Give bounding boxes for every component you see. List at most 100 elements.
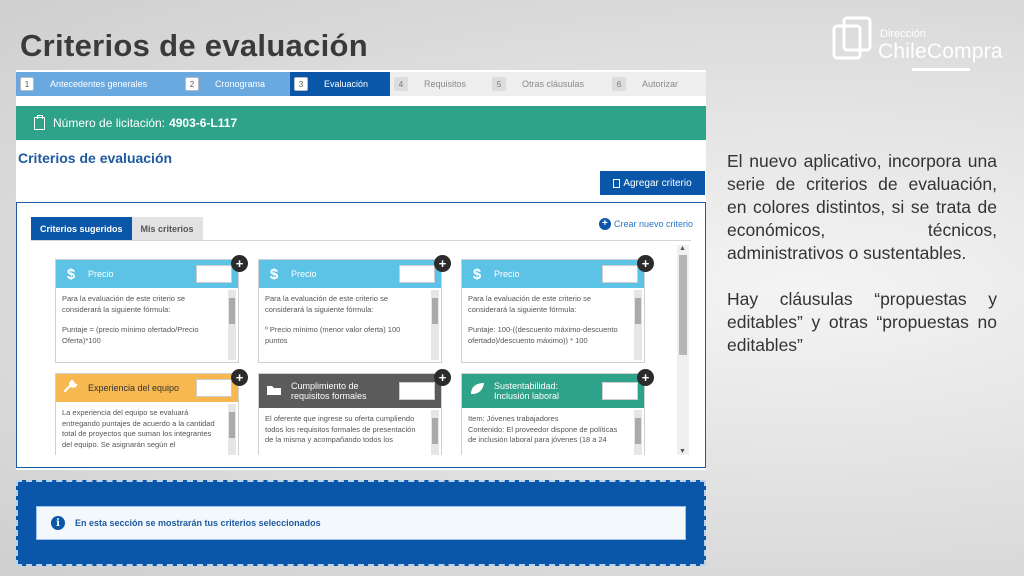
licitacion-label: Número de licitación: (53, 116, 166, 130)
card-spacer (62, 315, 220, 325)
card-header: Experiencia del equipo (56, 374, 238, 402)
step-number: 6 (612, 77, 626, 91)
step-requisitos[interactable]: 4 Requisitos (390, 72, 488, 96)
create-criterio-link[interactable]: + Crear nuevo criterio (598, 218, 693, 230)
slide-body: El nuevo aplicativo, incorpora una serie… (727, 150, 997, 380)
section-title: Criterios de evaluación (18, 150, 173, 166)
tab-criterios-sugeridos[interactable]: Criterios sugeridos (31, 217, 132, 241)
add-card-button[interactable]: + (637, 369, 654, 386)
tab-mis-criterios[interactable]: Mis criterios (131, 217, 203, 241)
app-screenshot: 1 Antecedentes generales 2 Cronograma 3 … (16, 70, 706, 470)
scroll-down-icon[interactable]: ▼ (679, 448, 686, 455)
card-line: º Precio mínimo (menor valor oferta) 100… (265, 325, 401, 345)
step-evaluacion[interactable]: 3 Evaluación (290, 72, 390, 96)
card-line: Puntaje: 100-((descuento máximo-descuent… (468, 325, 618, 345)
card-line: Puntaje = (precio mínimo ofertado/Precio… (62, 325, 199, 345)
logo-underline (912, 68, 970, 71)
card-description: El oferente que ingrese su oferta cumpli… (259, 408, 429, 455)
dollar-icon: $ (66, 265, 76, 283)
selected-criteria-dropzone[interactable]: i En esta sección se mostrarán tus crite… (16, 480, 706, 566)
step-cronograma[interactable]: 2 Cronograma (181, 72, 290, 96)
card-scrollbar[interactable] (228, 404, 236, 455)
criteria-tabs: Criterios sugeridos Mis criterios (31, 217, 203, 241)
card-description: Item: Jóvenes trabajadores Contenido: El… (462, 408, 632, 455)
scroll-up-icon[interactable]: ▲ (679, 245, 686, 252)
step-otras-clausulas[interactable]: 5 Otras cláusulas (488, 72, 608, 96)
add-card-button[interactable]: + (231, 369, 248, 386)
info-icon: i (51, 516, 65, 530)
step-number: 4 (394, 77, 408, 91)
card-line: El oferente que ingrese su oferta cumpli… (265, 414, 416, 444)
criterio-card: Sustentabilidad: Inclusión laboral Item:… (461, 373, 645, 455)
criteria-container: Criterios sugeridos Mis criterios + Crea… (16, 202, 706, 468)
score-input[interactable] (602, 382, 638, 400)
card-description: Para la evaluación de este criterio se c… (56, 288, 226, 362)
folder-icon (265, 383, 283, 400)
card-scrollbar[interactable] (431, 290, 439, 360)
card-description: La experiencia del equipo se evaluará en… (56, 402, 226, 455)
card-description: Para la evaluación de este criterio se c… (462, 288, 632, 362)
step-label: Autorizar (642, 79, 679, 89)
add-card-button[interactable]: + (434, 369, 451, 386)
step-autorizar[interactable]: 6 Autorizar (608, 72, 706, 96)
step-label: Evaluación (324, 79, 369, 89)
card-scrollbar[interactable] (431, 410, 439, 455)
card-description: Para la evaluación de este criterio se c… (259, 288, 429, 362)
folder-svg (267, 385, 281, 395)
step-label: Requisitos (424, 79, 467, 89)
score-input[interactable] (399, 265, 435, 283)
card-scrollbar[interactable] (634, 290, 642, 360)
dollar-icon: $ (269, 265, 279, 283)
wizard-steps: 1 Antecedentes generales 2 Cronograma 3 … (16, 72, 706, 96)
slide-paragraph: El nuevo aplicativo, incorpora una serie… (727, 151, 997, 263)
card-line: Para la evaluación de este criterio se c… (62, 294, 185, 314)
licitacion-bar: Número de licitación: 4903-6-L117 (16, 106, 706, 140)
card-title: Cumplimiento de requisitos formales (291, 381, 367, 401)
card-scrollbar[interactable] (634, 410, 642, 455)
card-title: Precio (494, 269, 520, 279)
scroll-thumb[interactable] (679, 255, 687, 355)
card-line: Item: Jóvenes trabajadores (468, 414, 559, 423)
step-number: 5 (492, 77, 506, 91)
add-criterio-label: Agregar criterio (623, 177, 692, 189)
card-spacer (265, 315, 423, 325)
criterio-card: $ Precio Para la evaluación de este crit… (258, 259, 442, 363)
tabs-divider (31, 240, 691, 241)
score-input[interactable] (196, 379, 232, 397)
criteria-cards: $ Precio Para la evaluación de este crit… (55, 255, 675, 455)
add-card-button[interactable]: + (434, 255, 451, 272)
dollar-icon: $ (472, 265, 482, 283)
logo-mark-icon (832, 16, 872, 60)
step-label: Antecedentes generales (50, 79, 148, 89)
card-line: Para la evaluación de este criterio se c… (265, 294, 388, 314)
cards-scrollbar[interactable]: ▲ ▼ (677, 245, 689, 455)
card-header: Cumplimiento de requisitos formales (259, 374, 441, 408)
logo-brand-text: ChileCompra (878, 40, 1003, 63)
card-line: La experiencia del equipo se evaluará en… (62, 408, 215, 449)
step-antecedentes[interactable]: 1 Antecedentes generales (16, 72, 181, 96)
card-scrollbar[interactable] (228, 290, 236, 360)
criterio-card: Experiencia del equipo La experiencia de… (55, 373, 239, 455)
step-number: 1 (20, 77, 34, 91)
wrench-svg (63, 379, 78, 393)
card-header: $ Precio (259, 260, 441, 288)
step-number: 3 (294, 77, 308, 91)
score-input[interactable] (196, 265, 232, 283)
criterio-card: $ Precio Para la evaluación de este crit… (55, 259, 239, 363)
score-input[interactable] (399, 382, 435, 400)
wrench-icon (62, 379, 80, 397)
card-line: Contenido: El proveedor dispone de polít… (468, 424, 618, 445)
slide-paragraph: Hay cláusulas “propuestas y editables” y… (727, 289, 997, 355)
score-input[interactable] (602, 265, 638, 283)
card-header: Sustentabilidad: Inclusión laboral (462, 374, 644, 408)
card-header: $ Precio (56, 260, 238, 288)
add-card-button[interactable]: + (637, 255, 654, 272)
card-spacer (468, 315, 626, 325)
add-card-button[interactable]: + (231, 255, 248, 272)
plus-circle-icon: + (598, 218, 611, 230)
create-criterio-label: Crear nuevo criterio (613, 219, 693, 229)
leaf-svg (471, 383, 484, 394)
selected-info-alert: i En esta sección se mostrarán tus crite… (36, 506, 686, 540)
card-line: Para la evaluación de este criterio se c… (468, 294, 591, 314)
add-criterio-button[interactable]: Agregar criterio (600, 171, 705, 195)
